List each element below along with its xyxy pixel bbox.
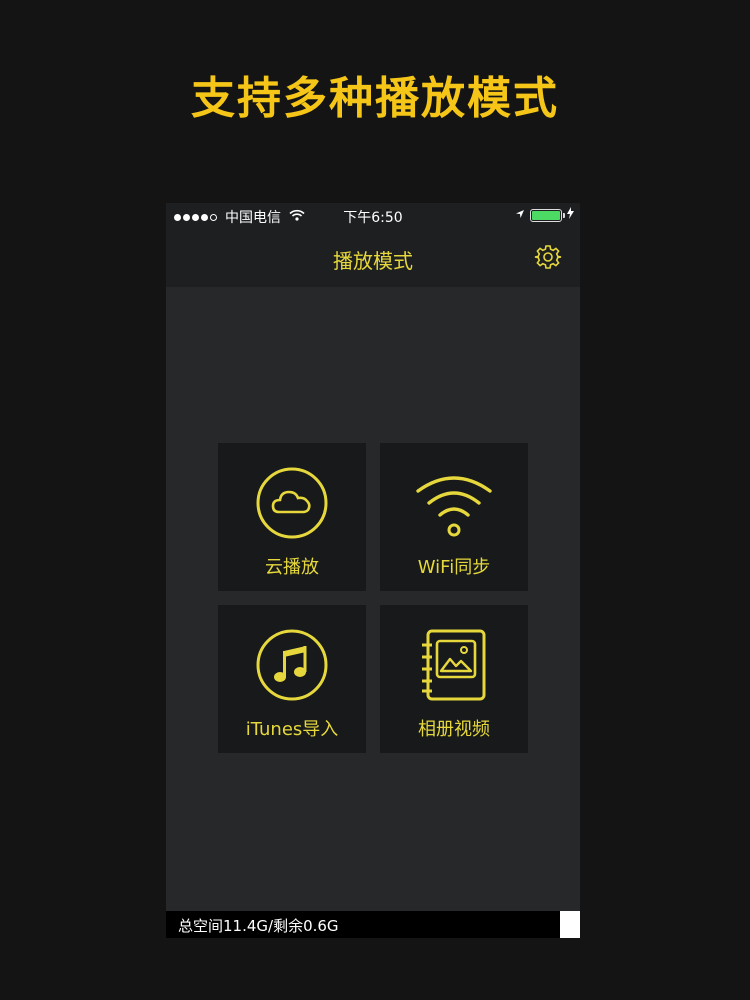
mode-label: WiFi同步 xyxy=(417,557,491,578)
gear-icon xyxy=(534,245,562,269)
footer-white-block xyxy=(560,911,580,938)
storage-footer: 总空间11.4G/剩余0.6G xyxy=(166,911,580,938)
location-arrow-icon xyxy=(515,207,525,223)
mode-label: 云播放 xyxy=(265,557,319,578)
cloud-icon xyxy=(256,467,328,539)
play-mode-grid: 云播放 WiFi同步 iTunes导入 相册视频 xyxy=(218,443,528,753)
photo-album-icon xyxy=(422,629,486,701)
settings-button[interactable] xyxy=(534,243,562,271)
charging-bolt-icon xyxy=(567,207,574,223)
navigation-bar: 播放模式 xyxy=(166,229,580,287)
mode-label: 相册视频 xyxy=(418,719,490,740)
mode-label: iTunes导入 xyxy=(245,719,339,740)
storage-info: 总空间11.4G/剩余0.6G xyxy=(178,917,339,935)
promo-title: 支持多种播放模式 xyxy=(191,73,559,124)
wifi-icon xyxy=(416,476,492,537)
music-note-icon xyxy=(256,629,328,701)
mode-tile-wifi-sync[interactable]: WiFi同步 xyxy=(380,443,528,591)
phone-screen: 中国电信 下午6:50 播放模式 云播放 WiFi同步 iTunes导入 相册视… xyxy=(166,203,580,938)
mode-tile-itunes-import[interactable]: iTunes导入 xyxy=(218,605,366,753)
mode-tile-cloud-play[interactable]: 云播放 xyxy=(218,443,366,591)
status-bar: 中国电信 下午6:50 xyxy=(166,203,580,229)
battery-icon xyxy=(530,208,565,222)
status-right xyxy=(515,207,574,223)
page-title: 播放模式 xyxy=(333,249,413,273)
mode-tile-album-video[interactable]: 相册视频 xyxy=(380,605,528,753)
